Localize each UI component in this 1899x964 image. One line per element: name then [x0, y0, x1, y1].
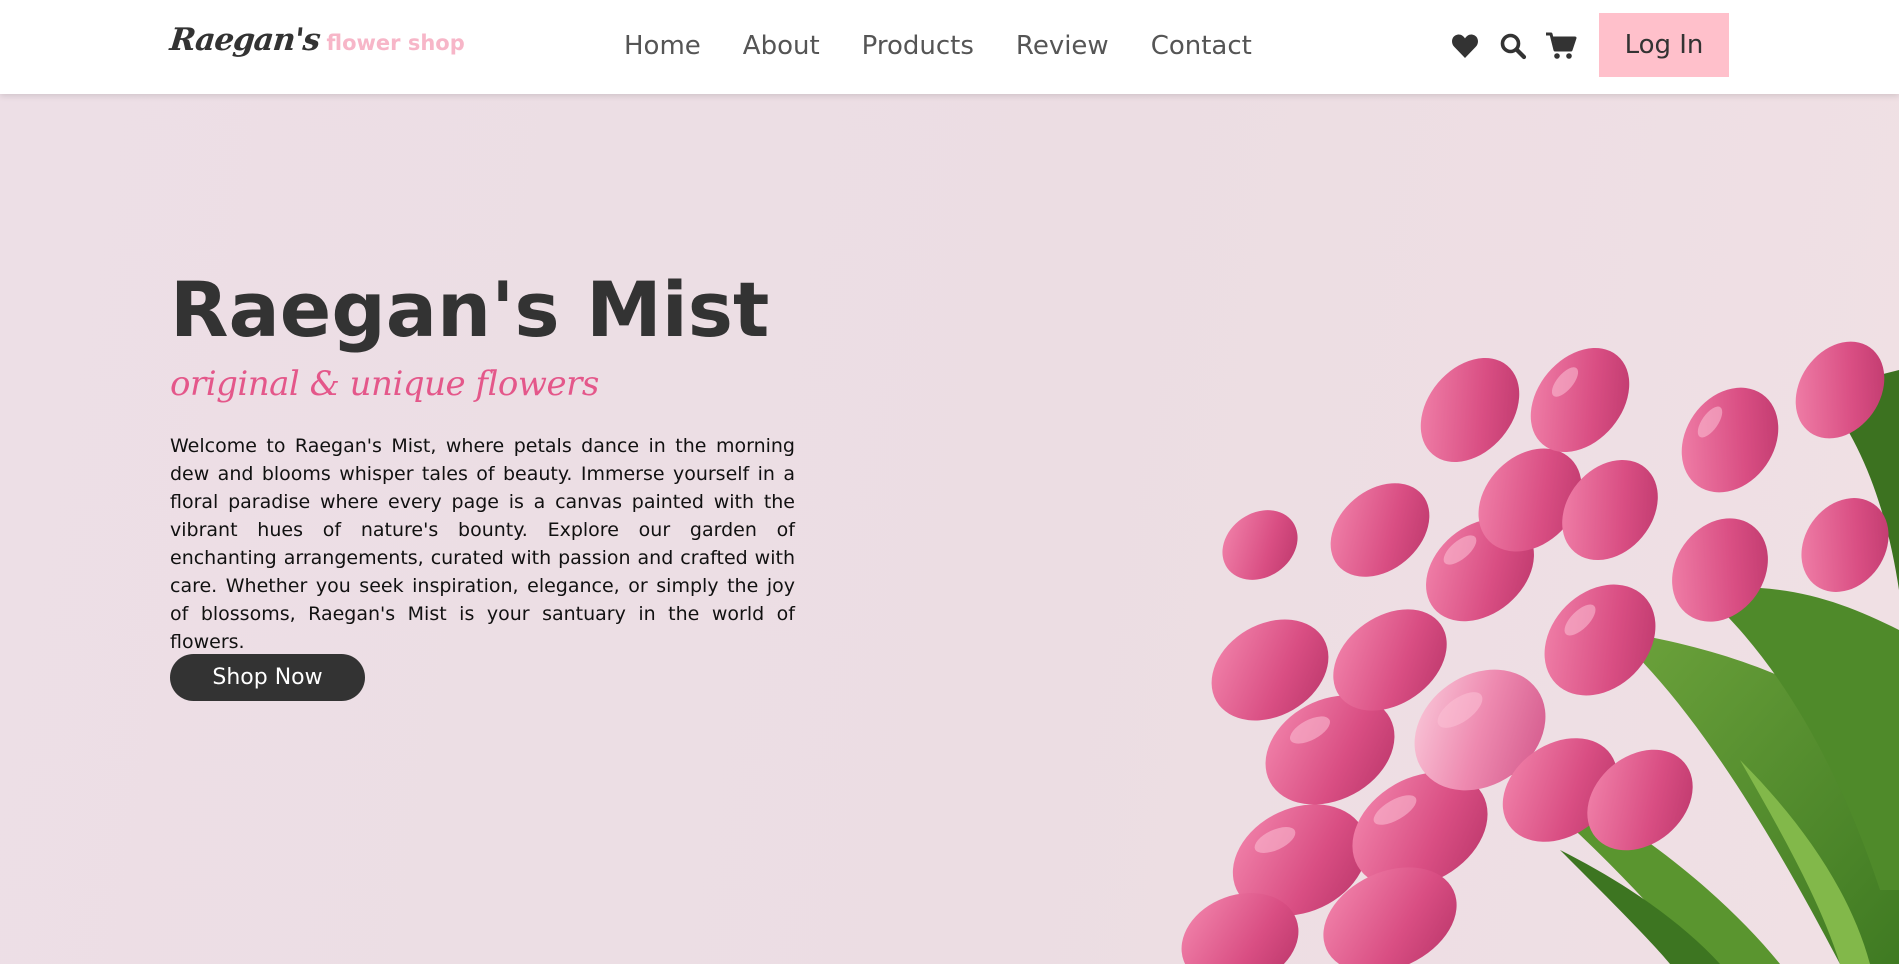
shop-now-button[interactable]: Shop Now [170, 654, 365, 701]
logo-subtitle: flower shop [326, 31, 465, 55]
logo[interactable]: Raegan's flower shop [168, 22, 465, 68]
logo-script-text: Raegan's [168, 22, 322, 58]
tulip-bouquet-image [1180, 330, 1899, 964]
nav-link-about[interactable]: About [743, 28, 820, 64]
login-button[interactable]: Log In [1599, 13, 1729, 77]
nav-link-home[interactable]: Home [624, 28, 701, 64]
site-header: Raegan's flower shop Home About Products… [0, 0, 1899, 94]
main-nav: Home About Products Review Contact [624, 28, 1252, 64]
cart-icon[interactable] [1544, 28, 1578, 64]
nav-link-review[interactable]: Review [1016, 28, 1109, 64]
hero-description: Welcome to Raegan's Mist, where petals d… [170, 435, 795, 653]
heart-icon[interactable] [1448, 28, 1482, 64]
hero-title: Raegan's Mist [170, 265, 770, 354]
hero-tagline: original & unique flowers [170, 364, 599, 404]
search-icon[interactable] [1496, 28, 1530, 64]
nav-link-products[interactable]: Products [862, 28, 974, 64]
header-icons [1448, 28, 1578, 64]
nav-link-contact[interactable]: Contact [1151, 28, 1252, 64]
